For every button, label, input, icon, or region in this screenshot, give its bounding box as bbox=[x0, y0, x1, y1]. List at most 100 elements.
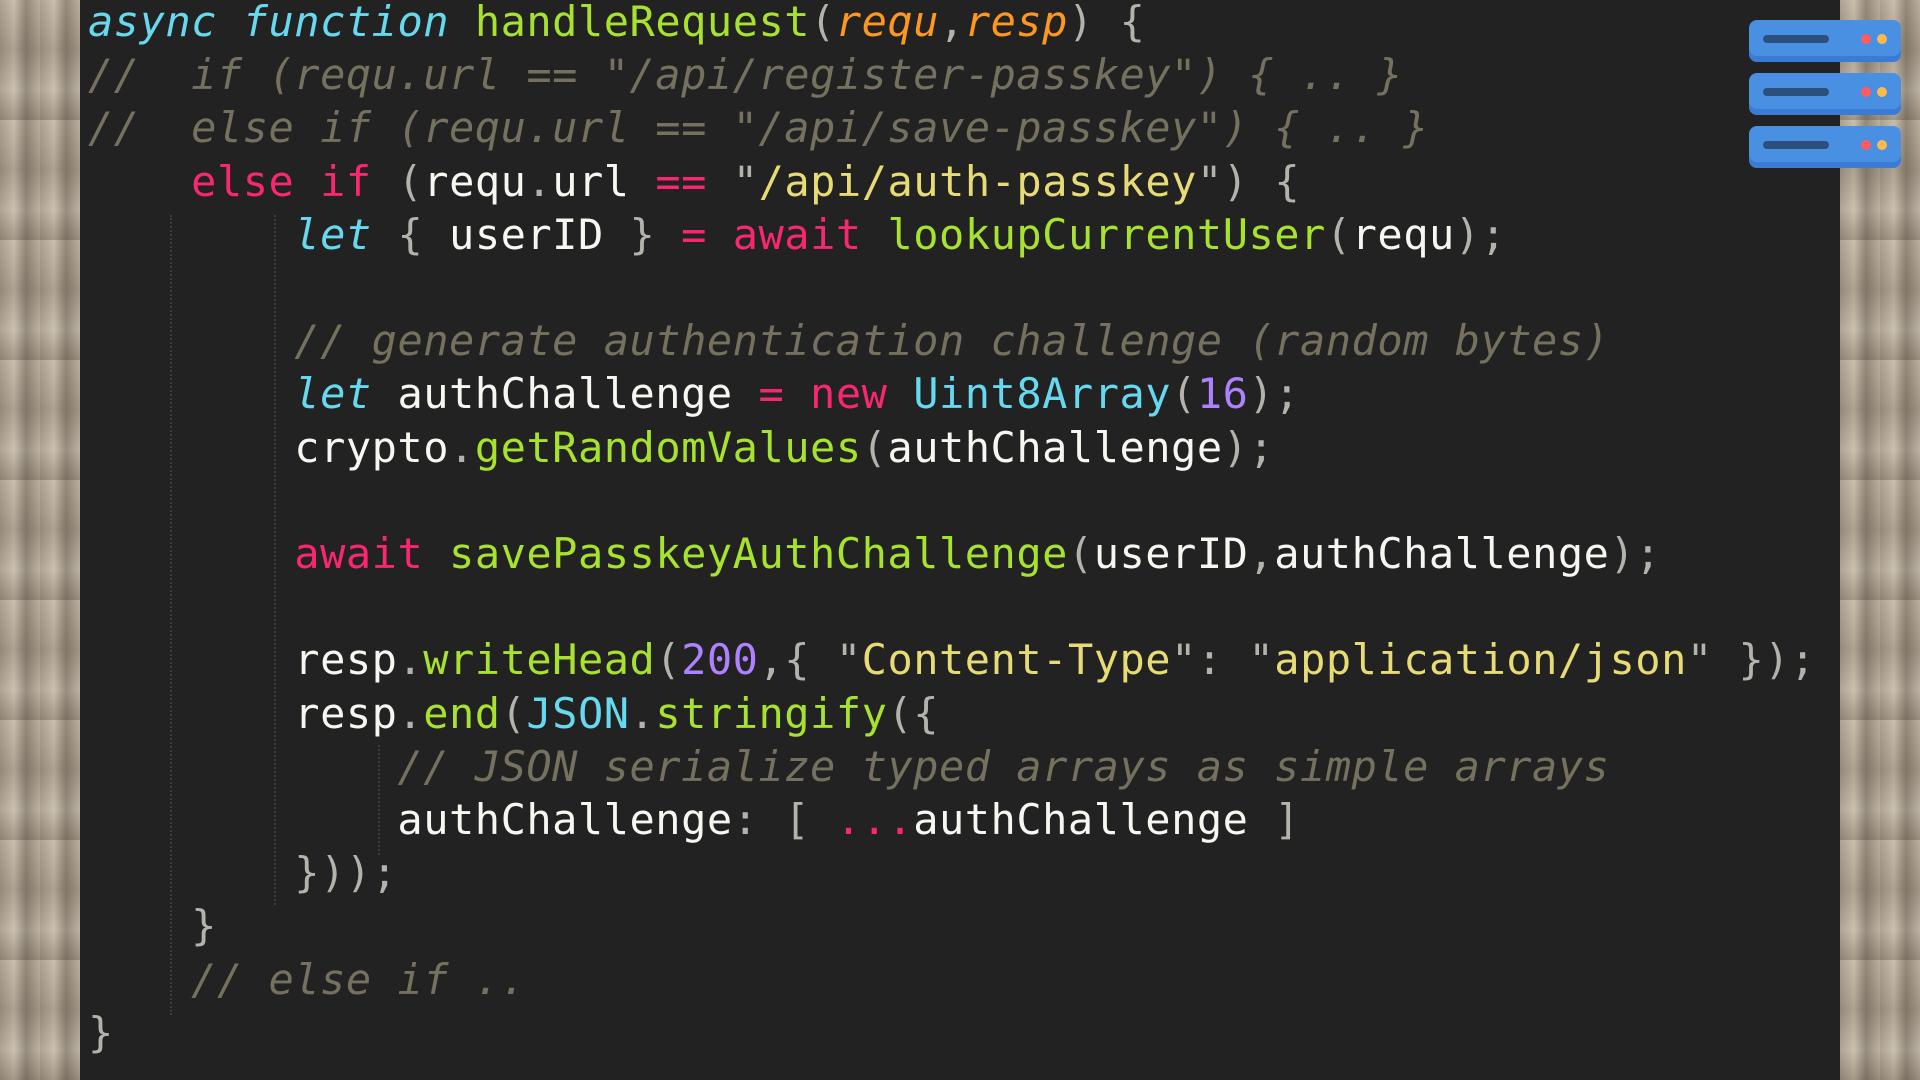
code-line: // else if (requ.url == "/api/save-passk… bbox=[88, 101, 1429, 154]
code-token: Content-Type bbox=[861, 635, 1172, 685]
code-token: ; bbox=[1248, 422, 1275, 472]
code-token: . bbox=[449, 422, 475, 472]
code-token: lookupCurrentUser bbox=[887, 209, 1326, 259]
code-line: // if (requ.url == "/api/register-passke… bbox=[88, 48, 1403, 101]
code-token: " bbox=[1196, 156, 1223, 206]
code-token: } bbox=[88, 1007, 114, 1057]
code-token: await bbox=[732, 209, 862, 259]
code-token: ; bbox=[1635, 529, 1662, 578]
code-token: , bbox=[1248, 529, 1275, 578]
code-line: resp.end(JSON.stringify({ bbox=[88, 687, 939, 740]
code-token: 200 bbox=[681, 635, 759, 685]
code-token: : bbox=[1196, 635, 1223, 685]
code-token: resp bbox=[88, 635, 398, 685]
code-token: { bbox=[397, 209, 424, 259]
code-token: application/json bbox=[1274, 635, 1687, 685]
code-token: handleRequest bbox=[474, 0, 811, 46]
code-token: requ bbox=[423, 156, 527, 206]
code-token: " bbox=[1171, 635, 1197, 685]
code-token: == bbox=[655, 156, 707, 206]
code-token: ) bbox=[320, 848, 346, 898]
code-line: // else if .. bbox=[88, 953, 526, 1006]
code-line: await savePasskeyAuthChallenge(userID,au… bbox=[88, 527, 1661, 580]
code-token: ... bbox=[835, 795, 914, 844]
code-token: ) bbox=[1609, 529, 1636, 578]
code-token: userID bbox=[1093, 529, 1249, 578]
code-line: else if (requ.url == "/api/auth-passkey"… bbox=[88, 155, 1300, 208]
code-token: /api/auth-passkey bbox=[758, 156, 1197, 206]
code-token: ) bbox=[345, 848, 372, 898]
code-token: ( bbox=[500, 688, 527, 738]
code-token: ) bbox=[1222, 422, 1249, 472]
code-token: userID bbox=[423, 209, 630, 259]
code-token: , bbox=[758, 635, 785, 685]
code-token: authChallenge bbox=[887, 422, 1223, 472]
code-token: . bbox=[397, 635, 424, 685]
code-token: ) bbox=[1067, 0, 1094, 46]
code-token: ( bbox=[1067, 529, 1094, 578]
code-token: stringify bbox=[655, 688, 888, 738]
code-token: . bbox=[629, 688, 656, 738]
code-line: let { userID } = await lookupCurrentUser… bbox=[88, 208, 1506, 261]
code-token: ; bbox=[371, 848, 398, 898]
code-token: ( bbox=[1171, 369, 1197, 419]
code-token: async bbox=[88, 0, 217, 46]
code-token: authChallenge bbox=[88, 795, 733, 844]
code-line: crypto.getRandomValues(authChallenge); bbox=[88, 421, 1274, 474]
code-token: ( bbox=[810, 0, 836, 46]
code-token: } bbox=[629, 209, 656, 259]
code-token: JSON bbox=[526, 688, 630, 738]
code-token: ] bbox=[1274, 795, 1301, 844]
code-token: = bbox=[758, 369, 785, 419]
code-line: } bbox=[88, 1006, 114, 1059]
code-token: , bbox=[939, 0, 965, 46]
code-line: resp.writeHead(200,{ "Content-Type": "ap… bbox=[88, 633, 1816, 686]
code-token: ; bbox=[1480, 209, 1507, 259]
code-token: ; bbox=[1274, 369, 1301, 419]
code-token: . bbox=[526, 156, 553, 206]
code-token: " bbox=[1686, 635, 1713, 685]
code-token: { bbox=[1274, 156, 1301, 206]
code-token: resp bbox=[964, 0, 1068, 46]
code-token: = bbox=[681, 209, 707, 259]
code-line: } bbox=[88, 899, 217, 952]
code-token: 16 bbox=[1196, 369, 1249, 419]
code-token: } bbox=[294, 848, 321, 898]
code-token: await bbox=[294, 529, 424, 578]
code-token: ( bbox=[861, 422, 888, 472]
code-token: ; bbox=[1790, 635, 1816, 685]
code-token: { bbox=[913, 688, 940, 738]
code-token: { bbox=[784, 635, 811, 685]
code-token: resp bbox=[88, 688, 398, 738]
code-line: // generate authentication challenge (ra… bbox=[88, 314, 1609, 367]
code-token: ) bbox=[1248, 369, 1275, 419]
code-token: ) bbox=[1222, 156, 1249, 206]
code-token: ( bbox=[887, 688, 914, 738]
code-token: ) bbox=[1454, 209, 1481, 259]
code-token: // else if (requ.url == "/api/save-passk… bbox=[88, 103, 1429, 153]
code-token: authChallenge bbox=[371, 369, 759, 419]
code-token: . bbox=[397, 688, 424, 738]
